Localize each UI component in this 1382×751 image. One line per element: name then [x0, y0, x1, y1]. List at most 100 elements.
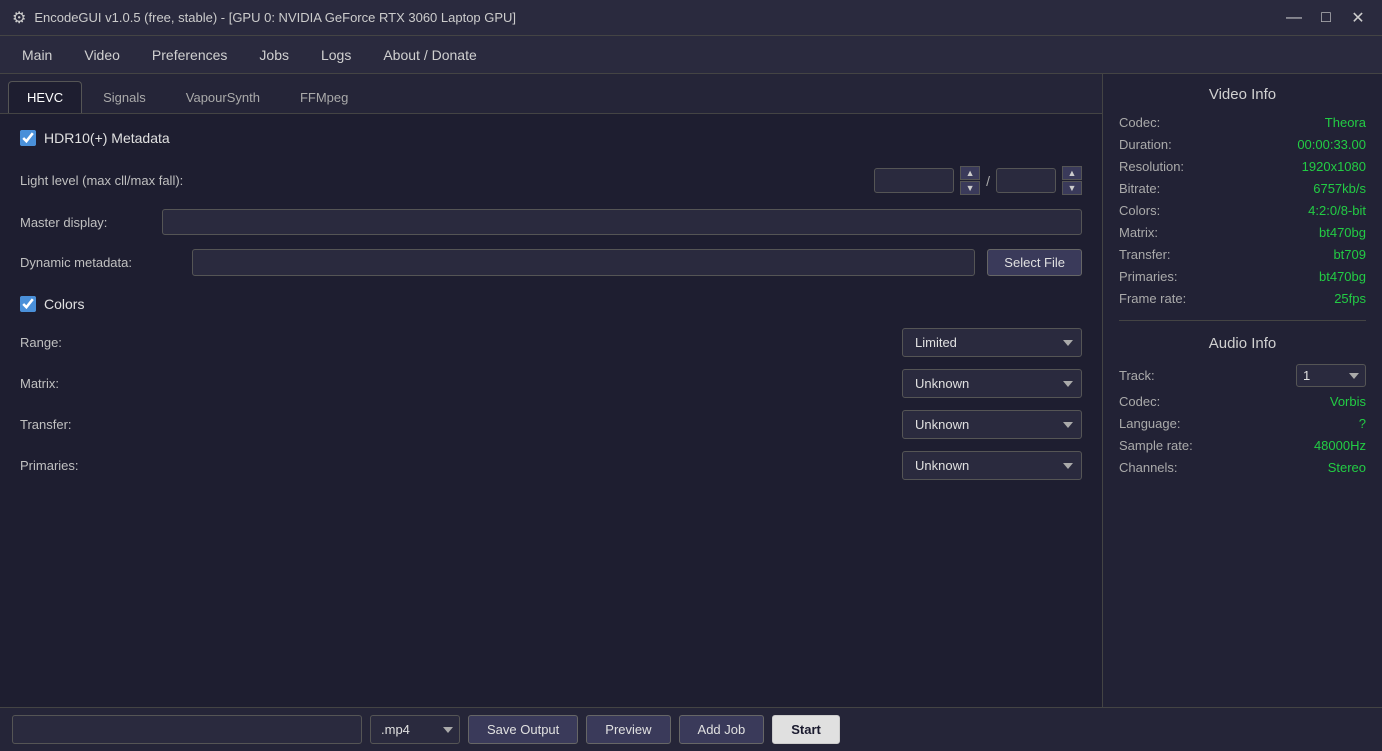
master-display-input[interactable]: G(13250,34500)B(7500,3000)R(34000,16000)… — [162, 209, 1082, 235]
add-job-button[interactable]: Add Job — [679, 715, 765, 744]
dynamic-metadata-input[interactable] — [192, 249, 975, 276]
dynamic-metadata-row: Dynamic metadata: Select File — [20, 249, 1082, 276]
select-file-button[interactable]: Select File — [987, 249, 1082, 276]
video-primaries-key: Primaries: — [1119, 269, 1178, 284]
audio-info-title: Audio Info — [1119, 335, 1366, 352]
video-codec-row: Codec: Theora — [1119, 115, 1366, 130]
preview-button[interactable]: Preview — [586, 715, 670, 744]
format-select[interactable]: .mp4 .mkv .mov .avi — [370, 715, 460, 744]
audio-codec-key: Codec: — [1119, 394, 1160, 409]
audio-channels-key: Channels: — [1119, 460, 1178, 475]
hdr-checkbox[interactable] — [20, 130, 36, 146]
spinner-up-2[interactable]: ▲ — [1062, 166, 1082, 180]
close-button[interactable]: ✕ — [1346, 6, 1370, 30]
range-select[interactable]: Limited Full Unknown — [902, 328, 1082, 357]
video-framerate-key: Frame rate: — [1119, 291, 1186, 306]
light-level-value2[interactable]: 1 — [996, 168, 1056, 193]
video-matrix-row: Matrix: bt470bg — [1119, 225, 1366, 240]
matrix-select[interactable]: Unknown bt709 bt470bg smpte170m — [902, 369, 1082, 398]
video-colors-key: Colors: — [1119, 203, 1160, 218]
tab-vapoursynth[interactable]: VapourSynth — [167, 81, 279, 113]
video-info-title: Video Info — [1119, 86, 1366, 103]
dynamic-metadata-label: Dynamic metadata: — [20, 255, 180, 270]
tab-ffmpeg[interactable]: FFMpeg — [281, 81, 367, 113]
video-duration-val: 00:00:33.00 — [1297, 137, 1366, 152]
menu-bar: Main Video Preferences Jobs Logs About /… — [0, 36, 1382, 74]
left-content: HEVC Signals VapourSynth FFMpeg HDR10(+)… — [0, 74, 1102, 707]
video-matrix-key: Matrix: — [1119, 225, 1158, 240]
minimize-button[interactable]: — — [1282, 6, 1306, 30]
spinner-up-1[interactable]: ▲ — [960, 166, 980, 180]
audio-language-key: Language: — [1119, 416, 1180, 431]
video-matrix-val: bt470bg — [1319, 225, 1366, 240]
sub-tabs: HEVC Signals VapourSynth FFMpeg — [0, 74, 1102, 114]
light-level-value1[interactable]: 1000 — [874, 168, 954, 193]
transfer-row: Transfer: Unknown bt709 bt470bg smpte170… — [20, 410, 1082, 439]
video-transfer-val: bt709 — [1333, 247, 1366, 262]
primaries-select[interactable]: Unknown bt709 bt470bg smpte170m — [902, 451, 1082, 480]
colors-label: Colors — [44, 296, 84, 312]
app-icon: ⚙ — [12, 8, 26, 28]
maximize-button[interactable]: □ — [1314, 6, 1338, 30]
audio-codec-row: Codec: Vorbis — [1119, 394, 1366, 409]
audio-track-key: Track: — [1119, 368, 1155, 383]
matrix-label: Matrix: — [20, 376, 120, 391]
main-layout: HEVC Signals VapourSynth FFMpeg HDR10(+)… — [0, 74, 1382, 707]
right-panel: Video Info Codec: Theora Duration: 00:00… — [1102, 74, 1382, 707]
video-resolution-row: Resolution: 1920x1080 — [1119, 159, 1366, 174]
menu-item-preferences[interactable]: Preferences — [138, 41, 241, 69]
video-bitrate-val: 6757kb/s — [1313, 181, 1366, 196]
light-level-row: Light level (max cll/max fall): 1000 ▲ ▼… — [20, 166, 1082, 195]
output-path-input[interactable] — [12, 715, 362, 744]
menu-item-jobs[interactable]: Jobs — [245, 41, 303, 69]
video-duration-row: Duration: 00:00:33.00 — [1119, 137, 1366, 152]
colors-checkbox[interactable] — [20, 296, 36, 312]
audio-language-val: ? — [1359, 416, 1366, 431]
primaries-label: Primaries: — [20, 458, 120, 473]
content-area: HDR10(+) Metadata Light level (max cll/m… — [0, 114, 1102, 707]
range-row: Range: Limited Full Unknown — [20, 328, 1082, 357]
audio-codec-val: Vorbis — [1330, 394, 1366, 409]
tab-signals[interactable]: Signals — [84, 81, 165, 113]
title-bar: ⚙ EncodeGUI v1.0.5 (free, stable) - [GPU… — [0, 0, 1382, 36]
video-resolution-key: Resolution: — [1119, 159, 1184, 174]
save-output-button[interactable]: Save Output — [468, 715, 578, 744]
menu-item-logs[interactable]: Logs — [307, 41, 365, 69]
window-title: EncodeGUI v1.0.5 (free, stable) - [GPU 0… — [34, 10, 516, 25]
spinner-down-2[interactable]: ▼ — [1062, 181, 1082, 195]
video-framerate-row: Frame rate: 25fps — [1119, 291, 1366, 306]
colors-header: Colors — [20, 296, 1082, 312]
separator: / — [986, 173, 990, 189]
menu-item-about[interactable]: About / Donate — [369, 41, 490, 69]
start-button[interactable]: Start — [772, 715, 840, 744]
video-codec-key: Codec: — [1119, 115, 1160, 130]
menu-item-main[interactable]: Main — [8, 41, 66, 69]
audio-track-select[interactable]: 1 2 3 — [1296, 364, 1366, 387]
transfer-select[interactable]: Unknown bt709 bt470bg smpte170m — [902, 410, 1082, 439]
primaries-row: Primaries: Unknown bt709 bt470bg smpte17… — [20, 451, 1082, 480]
range-label: Range: — [20, 335, 120, 350]
light-level-input-group: 1000 ▲ ▼ / 1 ▲ ▼ — [874, 166, 1082, 195]
video-primaries-val: bt470bg — [1319, 269, 1366, 284]
spinner-down-1[interactable]: ▼ — [960, 181, 980, 195]
spinner-group-2: ▲ ▼ — [1062, 166, 1082, 195]
video-colors-val: 4:2:0/8-bit — [1308, 203, 1366, 218]
master-display-row: Master display: G(13250,34500)B(7500,300… — [20, 209, 1082, 235]
video-resolution-val: 1920x1080 — [1302, 159, 1366, 174]
title-bar-controls: — □ ✕ — [1282, 6, 1370, 30]
video-colors-row: Colors: 4:2:0/8-bit — [1119, 203, 1366, 218]
menu-item-video[interactable]: Video — [70, 41, 134, 69]
panel-divider — [1119, 320, 1366, 321]
video-framerate-val: 25fps — [1334, 291, 1366, 306]
video-transfer-key: Transfer: — [1119, 247, 1171, 262]
audio-track-row: Track: 1 2 3 — [1119, 364, 1366, 387]
video-duration-key: Duration: — [1119, 137, 1172, 152]
spinner-group-1: ▲ ▼ — [960, 166, 980, 195]
tab-hevc[interactable]: HEVC — [8, 81, 82, 113]
audio-channels-row: Channels: Stereo — [1119, 460, 1366, 475]
video-primaries-row: Primaries: bt470bg — [1119, 269, 1366, 284]
audio-channels-val: Stereo — [1328, 460, 1366, 475]
hdr-label: HDR10(+) Metadata — [44, 130, 170, 146]
light-level-label: Light level (max cll/max fall): — [20, 173, 183, 188]
hdr-header: HDR10(+) Metadata — [20, 130, 1082, 146]
